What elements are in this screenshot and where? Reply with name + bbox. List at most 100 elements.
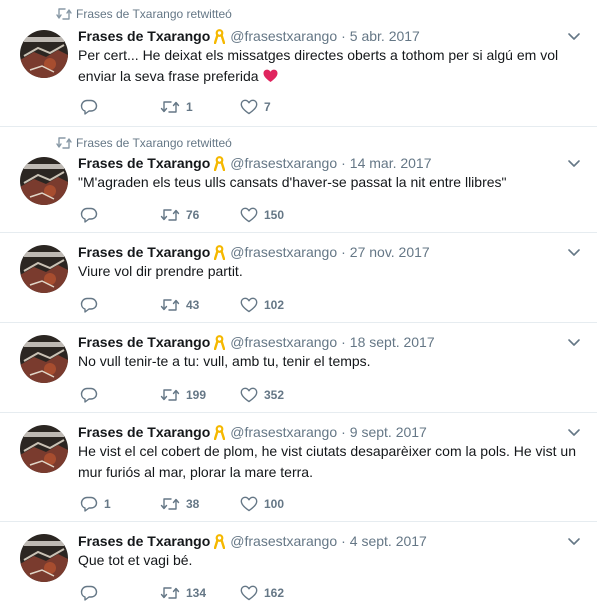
author-name[interactable]: Frases de Txarango	[78, 244, 210, 260]
tweet-header: Frases de Txarango @frasestxarango · 4 s…	[78, 531, 427, 551]
tweet-header: Frases de Txarango @frasestxarango · 14 …	[78, 153, 432, 173]
retweet-count: 43	[186, 298, 200, 312]
retweet-context-text[interactable]: Frases de Txarango retwitteó	[76, 136, 232, 150]
tweet-actions: 76 150	[80, 205, 380, 225]
retweet-icon	[56, 137, 72, 149]
tweet-actions: 1 38 100	[80, 494, 380, 514]
tweet-actions: 199 352	[80, 385, 380, 405]
tweet[interactable]: Frases de Txarango @frasestxarango · 9 s…	[0, 413, 597, 522]
avatar[interactable]	[20, 335, 68, 383]
retweet-button[interactable]: 38	[160, 494, 199, 514]
tweet-text-content: "M'agraden els teus ulls cansats d'haver…	[78, 174, 507, 190]
tweet[interactable]: Frases de Txarango @frasestxarango · 4 s…	[0, 522, 597, 605]
avatar[interactable]	[20, 425, 68, 473]
avatar[interactable]	[20, 245, 68, 293]
like-count: 162	[264, 586, 285, 600]
author-handle[interactable]: @frasestxarango	[230, 155, 337, 171]
retweet-icon	[160, 101, 180, 113]
author-name[interactable]: Frases de Txarango	[78, 334, 210, 350]
chevron-down-icon[interactable]	[567, 248, 581, 258]
retweet-button[interactable]: 134	[160, 583, 206, 603]
yellow-ribbon-icon	[214, 533, 226, 549]
tweet-actions: 1 7	[80, 97, 380, 117]
retweet-context-text[interactable]: Frases de Txarango retwitteó	[76, 7, 232, 21]
chevron-down-icon[interactable]	[567, 338, 581, 348]
author-handle[interactable]: @frasestxarango	[230, 28, 337, 44]
retweet-button[interactable]: 1	[160, 97, 193, 117]
retweet-count: 199	[186, 388, 207, 402]
like-icon	[240, 387, 258, 403]
tweet[interactable]: Frases de Txarango @frasestxarango · 18 …	[0, 323, 597, 413]
like-icon	[240, 585, 258, 601]
separator-dot: ·	[341, 244, 346, 260]
avatar[interactable]	[20, 534, 68, 582]
retweet-icon	[160, 389, 180, 401]
chevron-down-icon[interactable]	[567, 159, 581, 169]
retweet-count: 38	[186, 497, 200, 511]
like-button[interactable]: 150	[240, 205, 284, 225]
retweet-count: 134	[186, 586, 207, 600]
author-handle[interactable]: @frasestxarango	[230, 244, 337, 260]
retweet-context: Frases de Txarango retwitteó	[56, 5, 232, 23]
chevron-down-icon[interactable]	[567, 32, 581, 42]
tweet-date[interactable]: 27 nov. 2017	[350, 244, 430, 260]
retweet-button[interactable]: 43	[160, 295, 199, 315]
separator-dot: ·	[341, 334, 346, 350]
like-button[interactable]: 102	[240, 295, 284, 315]
reply-button[interactable]	[80, 97, 104, 117]
avatar[interactable]	[20, 30, 68, 78]
retweet-button[interactable]: 199	[160, 385, 206, 405]
retweet-icon	[160, 299, 180, 311]
tweet-text-content: Viure vol dir prendre partit.	[78, 263, 243, 279]
tweet-text-content: No vull tenir-te a tu: vull, amb tu, ten…	[78, 353, 371, 369]
tweet-date[interactable]: 9 sept. 2017	[350, 424, 427, 440]
tweet-text: "M'agraden els teus ulls cansats d'haver…	[78, 172, 578, 193]
retweet-context: Frases de Txarango retwitteó	[56, 134, 232, 152]
author-name[interactable]: Frases de Txarango	[78, 155, 210, 171]
yellow-ribbon-icon	[214, 28, 226, 44]
tweet-text: Viure vol dir prendre partit.	[78, 261, 578, 282]
author-name[interactable]: Frases de Txarango	[78, 533, 210, 549]
reply-button[interactable]: 1	[80, 494, 111, 514]
yellow-ribbon-icon	[214, 334, 226, 350]
author-name[interactable]: Frases de Txarango	[78, 424, 210, 440]
reply-icon	[80, 99, 98, 115]
like-button[interactable]: 162	[240, 583, 284, 603]
author-handle[interactable]: @frasestxarango	[230, 334, 337, 350]
tweet-text-content: He vist el cel cobert de plom, he vist c…	[78, 443, 576, 480]
reply-button[interactable]	[80, 295, 104, 315]
tweet-text: Per cert... He deixat els missatges dire…	[78, 45, 578, 87]
tweet-date[interactable]: 14 mar. 2017	[350, 155, 432, 171]
tweet-date[interactable]: 5 abr. 2017	[350, 28, 420, 44]
author-handle[interactable]: @frasestxarango	[230, 533, 337, 549]
tweet[interactable]: Frases de Txarango retwitteó Frases de T…	[0, 0, 597, 127]
tweet-actions: 43 102	[80, 295, 380, 315]
like-button[interactable]: 352	[240, 385, 284, 405]
retweet-button[interactable]: 76	[160, 205, 199, 225]
tweet-date[interactable]: 4 sept. 2017	[350, 533, 427, 549]
author-name[interactable]: Frases de Txarango	[78, 28, 210, 44]
tweet[interactable]: Frases de Txarango @frasestxarango · 27 …	[0, 233, 597, 323]
yellow-ribbon-icon	[214, 155, 226, 171]
like-icon	[240, 297, 258, 313]
avatar[interactable]	[20, 157, 68, 205]
reply-button[interactable]	[80, 205, 104, 225]
tweet[interactable]: Frases de Txarango retwitteó Frases de T…	[0, 127, 597, 233]
separator-dot: ·	[341, 424, 346, 440]
like-icon	[240, 207, 258, 223]
like-count: 352	[264, 388, 285, 402]
reply-button[interactable]	[80, 385, 104, 405]
reply-button[interactable]	[80, 583, 104, 603]
like-button[interactable]: 7	[240, 97, 271, 117]
separator-dot: ·	[341, 155, 346, 171]
like-button[interactable]: 100	[240, 494, 284, 514]
chevron-down-icon[interactable]	[567, 428, 581, 438]
tweet-text-content: Que tot et vagi bé.	[78, 552, 193, 568]
tweet-timeline: Frases de Txarango retwitteó Frases de T…	[0, 0, 597, 605]
author-handle[interactable]: @frasestxarango	[230, 424, 337, 440]
separator-dot: ·	[341, 533, 346, 549]
tweet-date[interactable]: 18 sept. 2017	[350, 334, 435, 350]
tweet-header: Frases de Txarango @frasestxarango · 18 …	[78, 332, 435, 352]
like-icon	[240, 99, 258, 115]
chevron-down-icon[interactable]	[567, 537, 581, 547]
